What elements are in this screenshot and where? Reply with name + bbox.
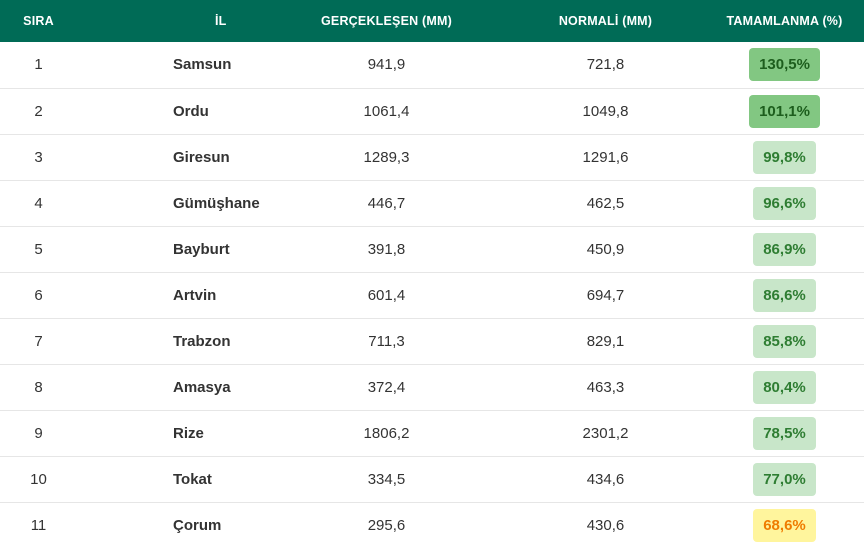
cell-normali: 1049,8 bbox=[582, 102, 629, 120]
percent-badge: 68,6% bbox=[753, 508, 816, 542]
percent-badge: 78,5% bbox=[753, 416, 816, 450]
cell-sira: 2 bbox=[34, 102, 43, 120]
percent-badge: 77,0% bbox=[753, 462, 816, 496]
cell-normali: 463,3 bbox=[586, 378, 625, 396]
cell-sira: 6 bbox=[34, 286, 43, 304]
cell-normali: 462,5 bbox=[586, 194, 625, 212]
cell-il: Bayburt bbox=[173, 240, 230, 258]
cell-gerceklesen: 711,3 bbox=[368, 332, 405, 350]
table-row: 9 Rize 1806,2 2301,2 78,5% bbox=[0, 410, 864, 456]
cell-tamamlanma: 78,5% bbox=[705, 410, 864, 456]
cell-sira: 4 bbox=[34, 194, 43, 212]
cell-sira: 7 bbox=[34, 332, 43, 350]
cell-tamamlanma: 86,6% bbox=[705, 272, 864, 318]
cell-tamamlanma: 85,8% bbox=[705, 318, 864, 364]
table-row: 1 Samsun 941,9 721,8 130,5% bbox=[0, 42, 864, 88]
cell-il: Gümüşhane bbox=[173, 194, 260, 212]
table-row: 8 Amasya 372,4 463,3 80,4% bbox=[0, 364, 864, 410]
cell-normali: 2301,2 bbox=[582, 424, 629, 442]
percent-badge: 130,5% bbox=[749, 48, 820, 82]
cell-il: Giresun bbox=[173, 148, 230, 166]
cell-tamamlanma: 86,9% bbox=[705, 226, 864, 272]
cell-sira: 3 bbox=[34, 148, 43, 166]
table-row: 7 Trabzon 711,3 829,1 85,8% bbox=[0, 318, 864, 364]
table-row: 6 Artvin 601,4 694,7 86,6% bbox=[0, 272, 864, 318]
cell-normali: 1291,6 bbox=[582, 148, 629, 166]
percent-badge: 96,6% bbox=[753, 186, 816, 220]
cell-gerceklesen: 295,6 bbox=[367, 516, 406, 534]
cell-il: Ordu bbox=[173, 102, 209, 120]
cell-il: Çorum bbox=[173, 516, 222, 534]
cell-il: Rize bbox=[173, 424, 204, 442]
cell-gerceklesen: 1806,2 bbox=[363, 424, 410, 442]
cell-sira: 8 bbox=[34, 378, 43, 396]
table-header: SIRA İL GERÇEKLEŞEN (MM) NORMALİ (MM) TA… bbox=[0, 0, 864, 42]
cell-sira: 1 bbox=[34, 56, 43, 74]
table-row: 10 Tokat 334,5 434,6 77,0% bbox=[0, 456, 864, 502]
cell-il: Trabzon bbox=[173, 332, 231, 350]
cell-il: Amasya bbox=[173, 378, 231, 396]
cell-normali: 829,1 bbox=[586, 332, 625, 350]
cell-gerceklesen: 601,4 bbox=[367, 286, 406, 304]
cell-gerceklesen: 446,7 bbox=[367, 194, 406, 212]
cell-gerceklesen: 334,5 bbox=[367, 470, 406, 488]
cell-gerceklesen: 391,8 bbox=[367, 240, 406, 258]
percent-badge: 86,9% bbox=[753, 232, 816, 266]
cell-normali: 721,8 bbox=[586, 56, 625, 74]
cell-sira: 10 bbox=[30, 470, 47, 488]
cell-tamamlanma: 77,0% bbox=[705, 456, 864, 502]
percent-badge: 101,1% bbox=[749, 94, 820, 128]
cell-tamamlanma: 68,6% bbox=[705, 502, 864, 548]
cell-sira: 11 bbox=[30, 516, 47, 534]
percent-badge: 99,8% bbox=[753, 140, 816, 174]
table-row: 2 Ordu 1061,4 1049,8 101,1% bbox=[0, 88, 864, 134]
table-row: 5 Bayburt 391,8 450,9 86,9% bbox=[0, 226, 864, 272]
table-row: 11 Çorum 295,6 430,6 68,6% bbox=[0, 502, 864, 548]
header-sira[interactable]: SIRA bbox=[0, 0, 77, 42]
cell-tamamlanma: 101,1% bbox=[705, 88, 864, 134]
percent-badge: 80,4% bbox=[753, 370, 816, 404]
cell-tamamlanma: 130,5% bbox=[705, 42, 864, 88]
percent-badge: 86,6% bbox=[753, 278, 816, 312]
cell-tamamlanma: 99,8% bbox=[705, 134, 864, 180]
precipitation-table: SIRA İL GERÇEKLEŞEN (MM) NORMALİ (MM) TA… bbox=[0, 0, 864, 548]
cell-gerceklesen: 372,4 bbox=[367, 378, 406, 396]
cell-gerceklesen: 1061,4 bbox=[363, 102, 410, 120]
header-tamamlanma[interactable]: TAMAMLANMA (%) bbox=[705, 0, 864, 42]
header-il[interactable]: İL bbox=[77, 0, 267, 42]
cell-il: Tokat bbox=[173, 470, 212, 488]
percent-badge: 85,8% bbox=[753, 324, 816, 358]
cell-il: Samsun bbox=[173, 56, 232, 74]
header-gerceklesen[interactable]: GERÇEKLEŞEN (MM) bbox=[267, 0, 506, 42]
cell-tamamlanma: 96,6% bbox=[705, 180, 864, 226]
cell-sira: 9 bbox=[34, 424, 43, 442]
cell-normali: 694,7 bbox=[586, 286, 625, 304]
table-row: 4 Gümüşhane 446,7 462,5 96,6% bbox=[0, 180, 864, 226]
header-normali[interactable]: NORMALİ (MM) bbox=[506, 0, 705, 42]
cell-normali: 450,9 bbox=[586, 240, 625, 258]
cell-tamamlanma: 80,4% bbox=[705, 364, 864, 410]
header-row: SIRA İL GERÇEKLEŞEN (MM) NORMALİ (MM) TA… bbox=[0, 0, 864, 42]
cell-il: Artvin bbox=[173, 286, 217, 304]
cell-sira: 5 bbox=[34, 240, 43, 258]
cell-normali: 434,6 bbox=[586, 470, 625, 488]
cell-gerceklesen: 1289,3 bbox=[363, 148, 410, 166]
cell-normali: 430,6 bbox=[586, 516, 625, 534]
table-body: 1 Samsun 941,9 721,8 130,5% 2 Ordu 1061,4 1049,8… bbox=[0, 42, 864, 548]
table-row: 3 Giresun 1289,3 1291,6 99,8% bbox=[0, 134, 864, 180]
cell-gerceklesen: 941,9 bbox=[367, 56, 406, 74]
